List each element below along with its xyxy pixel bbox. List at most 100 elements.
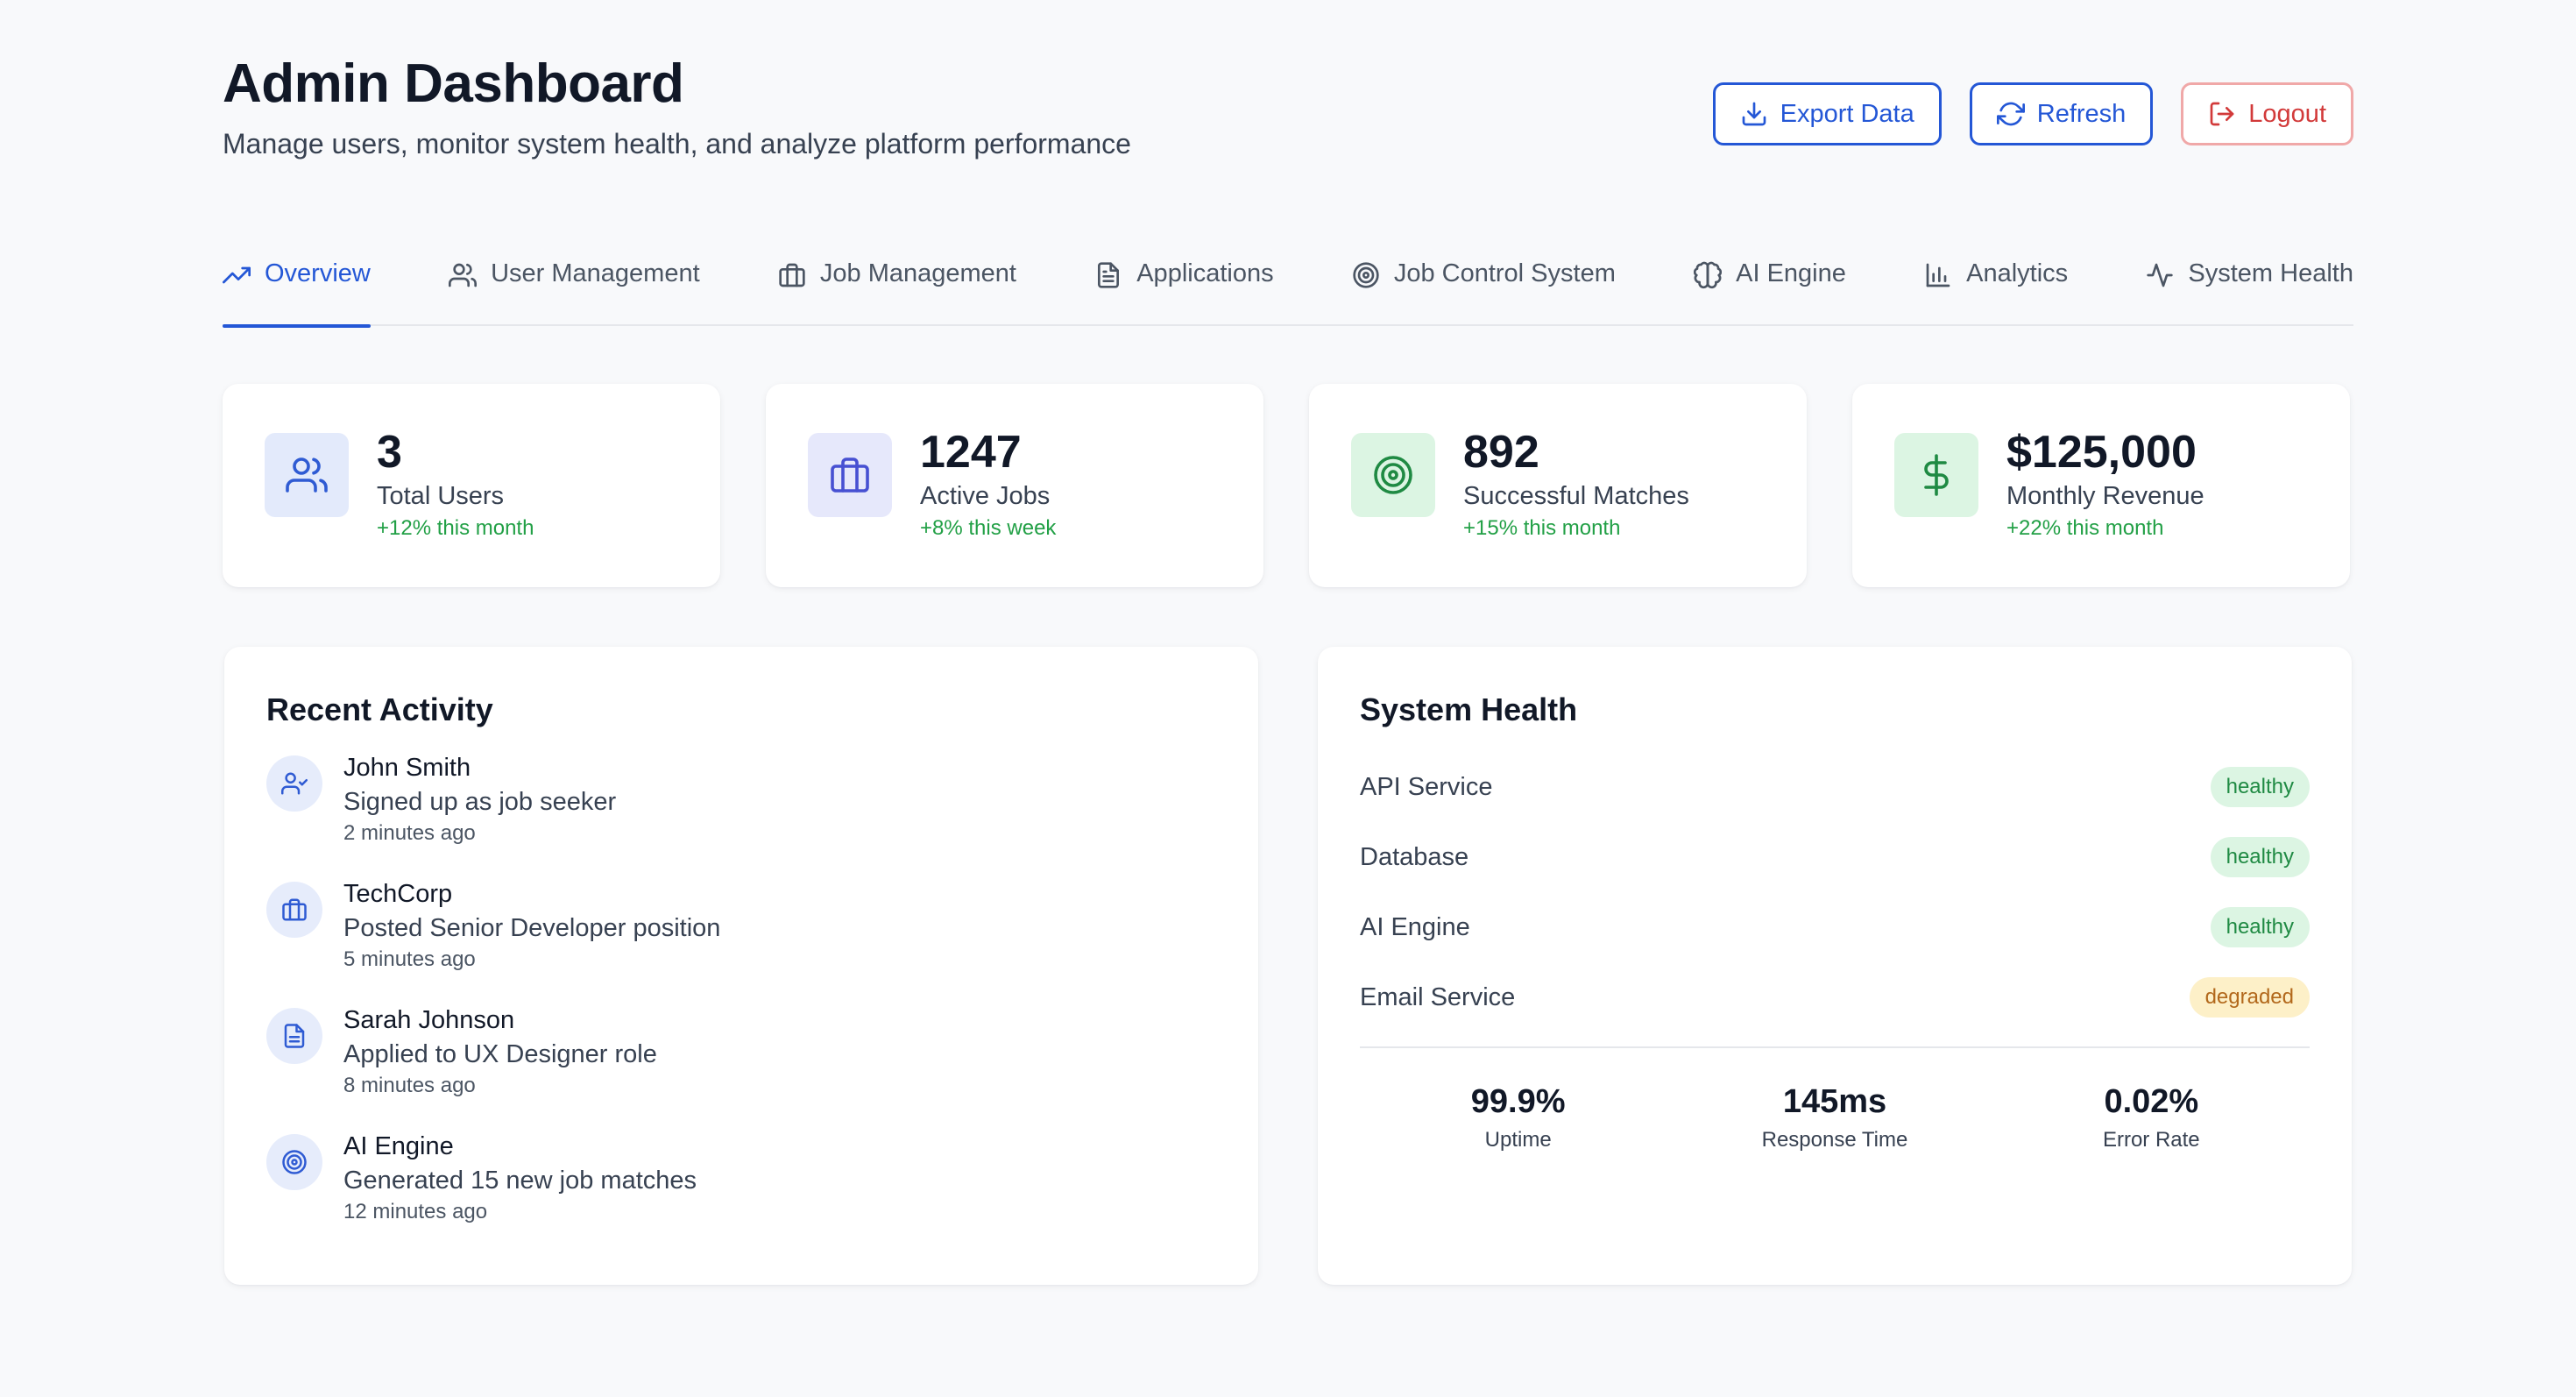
activity-text: TechCorp Posted Senior Developer positio…	[343, 880, 721, 973]
activity-description: Signed up as job seeker	[343, 788, 617, 816]
stat-text: 1247 Active Jobs +8% this week	[920, 426, 1056, 542]
tab-ai-engine[interactable]: AI Engine	[1694, 244, 1846, 326]
metric-value: 145ms	[1782, 1083, 1887, 1120]
tab-job-control-system[interactable]: Job Control System	[1352, 244, 1616, 326]
activity-item: TechCorp Posted Senior Developer positio…	[266, 880, 1216, 1008]
activity-icon-container	[266, 1134, 322, 1190]
activity-item: John Smith Signed up as job seeker 2 min…	[266, 754, 1216, 882]
dollar-icon	[1924, 454, 1949, 496]
status-badge: degraded	[2189, 977, 2310, 1018]
stat-text: 892 Successful Matches +15% this month	[1463, 426, 1689, 542]
download-icon	[1742, 102, 1766, 126]
page-header: Admin Dashboard Manage users, monitor sy…	[223, 51, 2353, 174]
stat-label: Successful Matches	[1463, 482, 1689, 510]
briefcase-icon	[779, 263, 805, 287]
divider	[1360, 1046, 2310, 1048]
activity-item: Sarah Johnson Applied to UX Designer rol…	[266, 1006, 1216, 1134]
stats-row: 3 Total Users +12% this month 1247 Activ…	[223, 384, 2353, 587]
stat-icon-container	[1351, 433, 1435, 517]
activity-time: 2 minutes ago	[343, 821, 476, 845]
stat-change: +12% this month	[377, 516, 534, 540]
activity-icon	[2147, 263, 2174, 287]
system-health-panel: System Health API Service healthy Databa…	[1318, 647, 2352, 1285]
activity-icon-container	[266, 755, 322, 812]
tab-overview[interactable]: Overview	[223, 244, 371, 328]
metric-label: Response Time	[1761, 1128, 1908, 1152]
recent-activity-panel: Recent Activity John Smith Signed up as …	[224, 647, 1258, 1285]
target-icon	[282, 1150, 307, 1174]
health-metrics: 99.9% Uptime 145ms Response Time 0.02% E…	[1360, 1081, 2310, 1153]
metric-response-time: 145ms Response Time	[1690, 1081, 1979, 1153]
stat-change: +22% this month	[2006, 516, 2164, 540]
activity-icon-container	[266, 882, 322, 938]
service-row: Database healthy	[1360, 822, 2310, 892]
stat-text: 3 Total Users +12% this month	[377, 426, 534, 542]
activity-name: TechCorp	[343, 880, 453, 908]
service-row: Email Service degraded	[1360, 962, 2310, 1032]
activity-text: John Smith Signed up as job seeker 2 min…	[343, 754, 617, 847]
users-icon	[449, 263, 478, 287]
tab-label: AI Engine	[1736, 259, 1846, 287]
stat-value: 3	[377, 427, 402, 478]
stat-value: 1247	[920, 427, 1022, 478]
activity-list: John Smith Signed up as job seeker 2 min…	[266, 754, 1216, 1260]
logout-icon	[2210, 102, 2234, 126]
status-badge: healthy	[2210, 837, 2310, 877]
tab-analytics[interactable]: Analytics	[1924, 244, 2068, 326]
activity-description: Applied to UX Designer role	[343, 1040, 657, 1068]
service-row: API Service healthy	[1360, 752, 2310, 822]
service-name: API Service	[1360, 772, 1493, 801]
tab-job-management[interactable]: Job Management	[778, 244, 1016, 326]
stat-change: +15% this month	[1463, 516, 1621, 540]
metric-value: 99.9%	[1470, 1083, 1566, 1120]
stat-card-total-users: 3 Total Users +12% this month	[223, 384, 720, 587]
tab-label: Job Management	[819, 259, 1016, 287]
tab-applications[interactable]: Applications	[1094, 244, 1274, 326]
service-row: AI Engine healthy	[1360, 892, 2310, 962]
logout-button[interactable]: Logout	[2181, 82, 2353, 145]
stat-change: +8% this week	[920, 516, 1057, 540]
activity-icon-container	[266, 1008, 322, 1064]
file-text-icon	[1098, 262, 1120, 288]
stat-icon-container	[808, 433, 892, 517]
briefcase-icon	[831, 457, 869, 493]
stat-value: 892	[1463, 427, 1539, 478]
user-check-icon	[281, 772, 308, 795]
stat-label: Total Users	[377, 482, 505, 510]
recent-activity-title: Recent Activity	[266, 691, 493, 727]
metric-uptime: 99.9% Uptime	[1374, 1081, 1663, 1153]
metric-value: 0.02%	[2104, 1083, 2199, 1120]
refresh-icon	[1996, 102, 2025, 126]
tab-system-health[interactable]: System Health	[2146, 244, 2353, 326]
tab-bar: Overview User Management Job Management …	[223, 244, 2353, 328]
activity-description: Generated 15 new job matches	[343, 1167, 697, 1195]
brain-icon	[1694, 261, 1723, 289]
logout-label: Logout	[2248, 99, 2326, 128]
status-badge: healthy	[2210, 907, 2310, 947]
stat-icon-container	[265, 433, 349, 517]
stat-value: $125,000	[2006, 427, 2197, 478]
stat-card-monthly-revenue: $125,000 Monthly Revenue +22% this month	[1852, 384, 2350, 587]
activity-name: John Smith	[343, 754, 471, 782]
activity-text: Sarah Johnson Applied to UX Designer rol…	[343, 1006, 657, 1099]
metric-label: Error Rate	[2102, 1128, 2200, 1152]
export-data-button[interactable]: Export Data	[1712, 82, 1942, 145]
activity-time: 12 minutes ago	[343, 1200, 488, 1223]
service-name: Email Service	[1360, 982, 1516, 1011]
tab-label: Applications	[1136, 259, 1274, 287]
activity-name: Sarah Johnson	[343, 1006, 515, 1034]
trending-up-icon	[223, 266, 251, 284]
stat-card-successful-matches: 892 Successful Matches +15% this month	[1309, 384, 1807, 587]
briefcase-icon	[282, 898, 307, 921]
metric-label: Uptime	[1484, 1128, 1552, 1152]
file-text-icon	[284, 1024, 305, 1048]
tab-label: Overview	[265, 259, 371, 287]
tab-label: Analytics	[1966, 259, 2069, 287]
target-icon	[1374, 456, 1412, 494]
tab-user-management[interactable]: User Management	[449, 244, 700, 326]
stat-text: $125,000 Monthly Revenue +22% this month	[2006, 426, 2204, 542]
stat-label: Monthly Revenue	[2006, 482, 2204, 510]
activity-description: Posted Senior Developer position	[343, 914, 721, 942]
refresh-button[interactable]: Refresh	[1969, 82, 2154, 145]
admin-dashboard-page: Admin Dashboard Manage users, monitor sy…	[0, 0, 2576, 1397]
